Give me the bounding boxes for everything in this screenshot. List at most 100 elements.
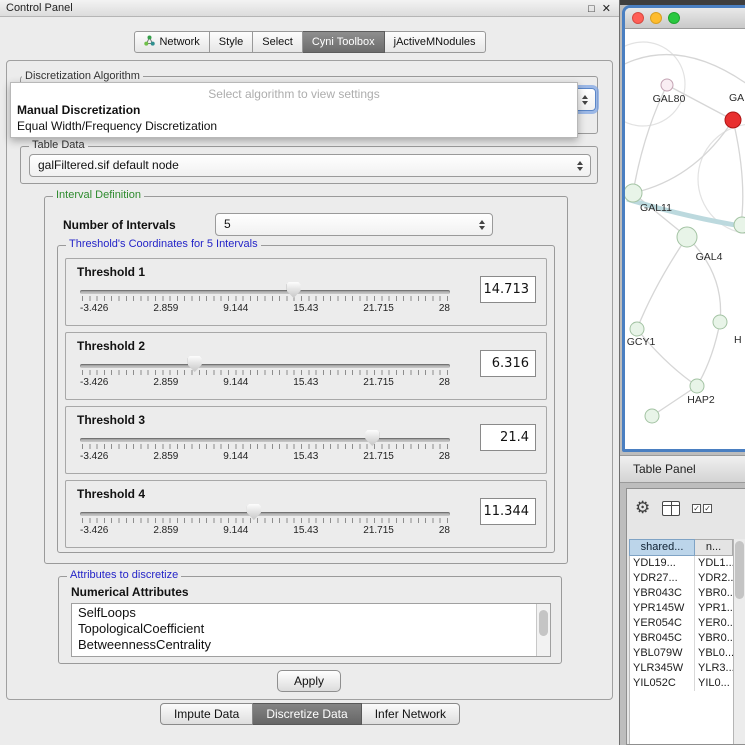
- table-cell: YBR045C: [630, 631, 695, 646]
- column-header-name[interactable]: n...: [695, 539, 733, 556]
- table-row[interactable]: YDR27...YDR2...: [630, 571, 733, 586]
- attribute-list-item[interactable]: TopologicalCoefficient: [72, 621, 536, 637]
- table-cell: YPR1...: [695, 601, 733, 616]
- tab-impute-data[interactable]: Impute Data: [160, 703, 253, 725]
- table-row[interactable]: YER054CYER0...: [630, 616, 733, 631]
- minimize-traffic-light-icon[interactable]: [650, 12, 662, 24]
- table-row[interactable]: YBR045CYBR0...: [630, 631, 733, 646]
- number-of-intervals-label: Number of Intervals: [63, 218, 176, 232]
- bottom-tab-bar: Impute Data Discretize Data Infer Networ…: [0, 703, 620, 725]
- interval-definition-group: Interval Definition Number of Intervals …: [44, 196, 568, 564]
- tab-select[interactable]: Select: [253, 31, 303, 53]
- network-node[interactable]: [630, 322, 644, 336]
- tab-network[interactable]: Network: [134, 31, 209, 53]
- table-cell: YER054C: [630, 616, 695, 631]
- threshold-label: Threshold 2: [77, 339, 145, 353]
- table-row[interactable]: YBR043CYBR0...: [630, 586, 733, 601]
- threshold-value-field[interactable]: 11.344: [480, 498, 536, 525]
- float-window-icon[interactable]: □: [588, 1, 595, 17]
- table-row[interactable]: YBL079WYBL0...: [630, 646, 733, 661]
- slider-track: [80, 438, 450, 442]
- threshold-value-field[interactable]: 14.713: [480, 276, 536, 303]
- table-row[interactable]: YLR345WYLR3...: [630, 661, 733, 676]
- numerical-attributes-listbox: SelfLoopsTopologicalCoefficientBetweenne…: [71, 603, 551, 657]
- table-data-combo[interactable]: galFiltered.sif default node: [29, 154, 591, 177]
- slider-track: [80, 364, 450, 368]
- tab-style[interactable]: Style: [210, 31, 253, 53]
- network-window-titlebar[interactable]: [625, 8, 745, 29]
- attribute-list-item[interactable]: SelfLoops: [72, 605, 536, 621]
- scale-label: 15.43: [293, 377, 318, 388]
- dropdown-option-manual[interactable]: Manual Discretization: [11, 102, 577, 118]
- scale-label: 21.715: [363, 303, 394, 314]
- network-canvas[interactable]: GAL80 GA GAL11 GAL4 GCY1 H HAP2: [625, 29, 745, 448]
- table-toolbar: ⚙: [635, 495, 712, 521]
- apply-button[interactable]: Apply: [277, 670, 341, 692]
- columns-icon[interactable]: [662, 501, 680, 516]
- checkbox-icon[interactable]: [692, 504, 701, 513]
- numerical-attributes-heading: Numerical Attributes: [71, 585, 189, 599]
- scrollbar-thumb[interactable]: [735, 541, 744, 599]
- tab-infer-network[interactable]: Infer Network: [362, 703, 460, 725]
- network-node[interactable]: [734, 217, 745, 233]
- threshold-value-field[interactable]: 6.316: [480, 350, 536, 377]
- checkbox-icon[interactable]: [703, 504, 712, 513]
- network-node[interactable]: [645, 409, 659, 423]
- close-icon[interactable]: ✕: [602, 1, 611, 17]
- network-node[interactable]: [625, 184, 642, 202]
- tab-label: Network: [159, 36, 199, 48]
- combo-stepper-icon: [577, 161, 583, 171]
- table-cell: YPR145W: [630, 601, 695, 616]
- network-node[interactable]: [713, 315, 727, 329]
- window-title: Control Panel: [6, 2, 73, 14]
- scale-label: 15.43: [293, 525, 318, 536]
- scale-label: 28: [439, 451, 450, 462]
- list-scrollbar[interactable]: [536, 604, 550, 656]
- algorithm-dropdown-popup: Select algorithm to view settings Manual…: [10, 82, 578, 138]
- table-panel-title: Table Panel: [633, 462, 696, 476]
- scale-label: -3.426: [80, 451, 108, 462]
- table-panel-titlebar[interactable]: Table Panel: [620, 455, 745, 483]
- table-row[interactable]: YPR145WYPR1...: [630, 601, 733, 616]
- network-view-window[interactable]: GAL80 GA GAL11 GAL4 GCY1 H HAP2: [622, 5, 745, 452]
- table-scrollbar[interactable]: [733, 539, 745, 744]
- window-titlebar[interactable]: Control Panel □ ✕: [0, 0, 619, 17]
- dropdown-option-equal-width[interactable]: Equal Width/Frequency Discretization: [11, 118, 577, 134]
- attribute-list-item[interactable]: BetweennessCentrality: [72, 637, 536, 653]
- network-node-selected[interactable]: [725, 112, 741, 128]
- tab-label: Style: [219, 36, 243, 48]
- column-header-shared[interactable]: shared...: [629, 539, 695, 556]
- tab-discretize-data[interactable]: Discretize Data: [253, 703, 361, 725]
- gear-icon[interactable]: ⚙: [635, 498, 650, 518]
- threshold-slider[interactable]: [80, 430, 450, 448]
- number-of-intervals-combo[interactable]: 5: [215, 213, 493, 236]
- table-data-combo-value: galFiltered.sif default node: [38, 158, 179, 172]
- network-node[interactable]: [690, 379, 704, 393]
- scale-label: 21.715: [363, 525, 394, 536]
- table-row[interactable]: YDL19...YDL1...: [630, 556, 733, 571]
- threshold-value-field[interactable]: 21.4: [480, 424, 536, 451]
- tab-cyni-toolbox[interactable]: Cyni Toolbox: [303, 31, 385, 53]
- scrollbar-thumb[interactable]: [539, 610, 548, 636]
- table-cell: YLR345W: [630, 661, 695, 676]
- scale-label: 2.859: [153, 451, 178, 462]
- close-traffic-light-icon[interactable]: [632, 12, 644, 24]
- threshold-slider[interactable]: [80, 504, 450, 522]
- network-node[interactable]: [677, 227, 697, 247]
- node-label: GCY1: [627, 336, 656, 348]
- table-cell: YDL19...: [630, 556, 695, 571]
- scale-label: 28: [439, 303, 450, 314]
- tab-jactivemnodules[interactable]: jActiveMNodules: [385, 31, 486, 53]
- zoom-traffic-light-icon[interactable]: [668, 12, 680, 24]
- table-cell: YBL0...: [695, 646, 733, 661]
- scale-label: 9.144: [223, 303, 248, 314]
- threshold-1-panel: Threshold 1 -3.4262.8599.14415.4321.7152…: [65, 258, 547, 326]
- table-row[interactable]: YIL052CYIL0...: [630, 676, 733, 691]
- threshold-slider[interactable]: [80, 282, 450, 300]
- network-icon: [144, 35, 155, 49]
- checkbox-group: [692, 504, 712, 513]
- dropdown-option-placeholder[interactable]: Select algorithm to view settings: [11, 86, 577, 102]
- threshold-slider[interactable]: [80, 356, 450, 374]
- network-node[interactable]: [661, 79, 673, 91]
- attributes-group: Attributes to discretize Numerical Attri…: [58, 576, 562, 664]
